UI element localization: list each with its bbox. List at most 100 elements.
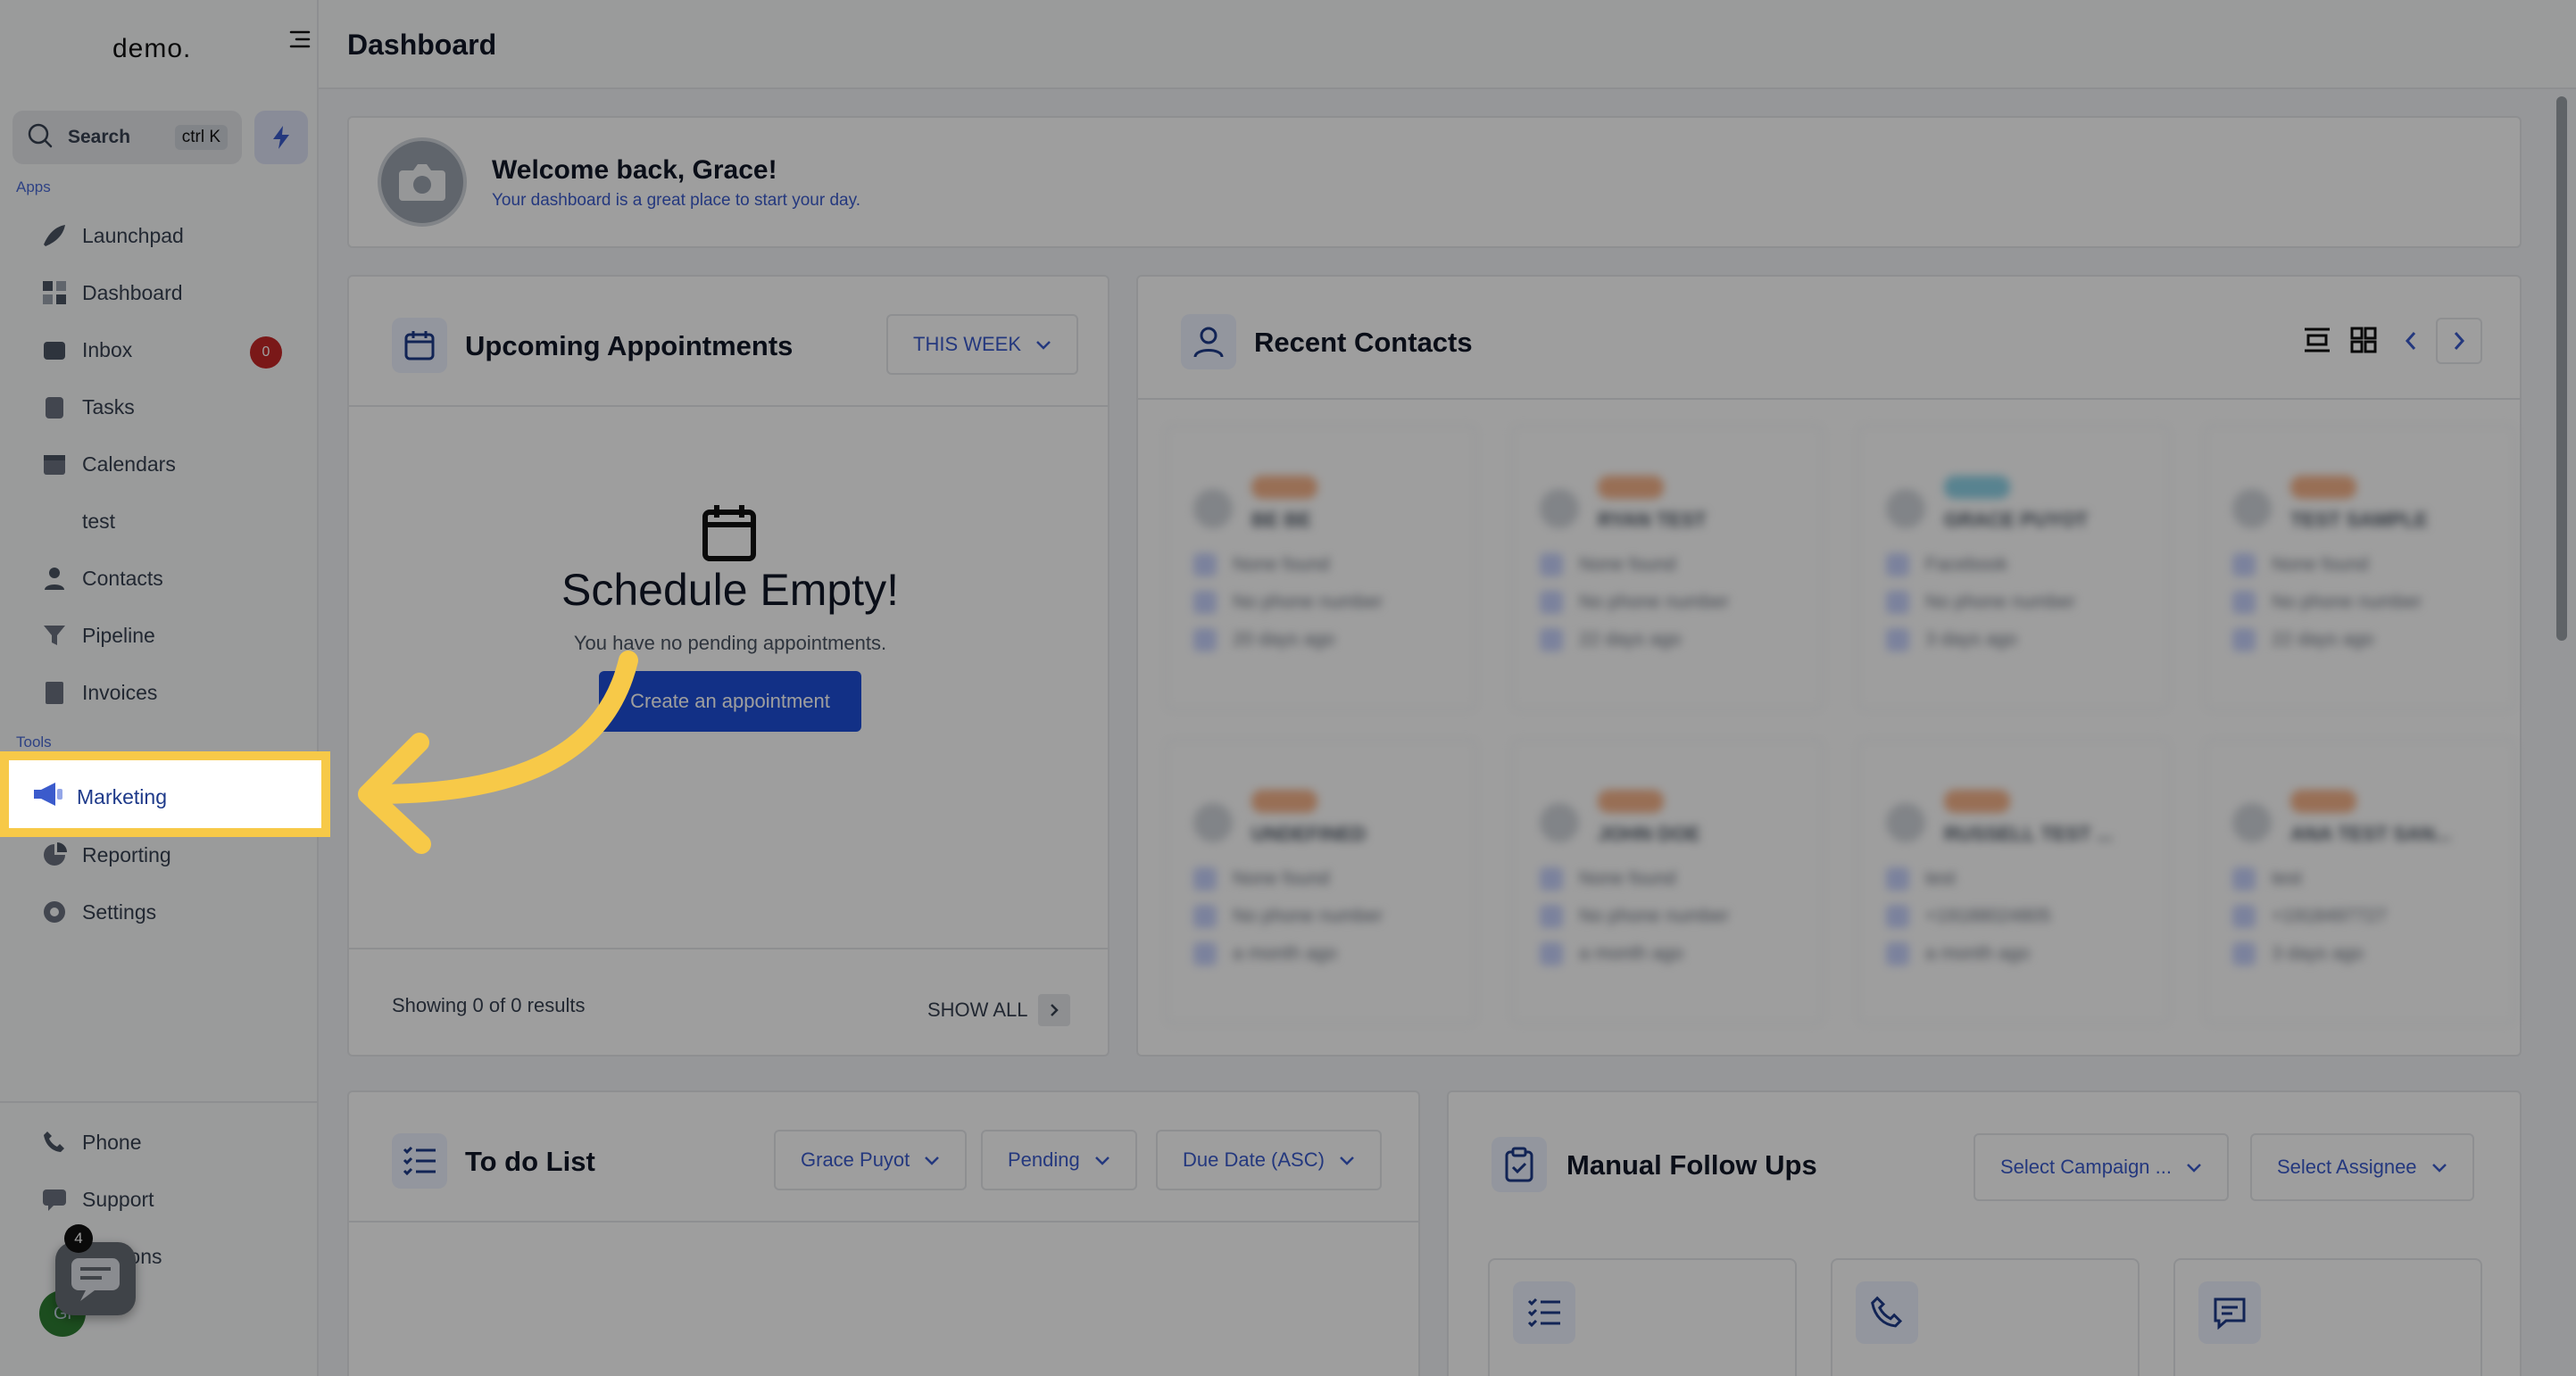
dropdown-value: Pending [1008, 1148, 1080, 1171]
welcome-subtitle: Your dashboard is a great place to start… [492, 191, 860, 210]
sidebar-item-marketing[interactable]: Marketing [0, 751, 330, 837]
sidebar-item-invoices[interactable]: Invoices [39, 671, 157, 714]
contact-card[interactable]: UNDEFINED None found No phone number a m… [1165, 739, 1477, 1024]
sidebar-item-phone[interactable]: Phone [39, 1121, 142, 1164]
sidebar-item-label: Calendars [82, 452, 176, 476]
follow-up-tasks-card[interactable] [1488, 1258, 1797, 1376]
avatar [1886, 803, 1925, 842]
sidebar-item-support[interactable]: Support [39, 1178, 154, 1221]
grid-view-icon[interactable] [2345, 321, 2382, 359]
sidebar-item-dashboard[interactable]: Dashboard [39, 271, 183, 314]
contact-card[interactable]: RYAN TEST None found No phone number 22 … [1511, 425, 1824, 710]
sidebar-item-inbox[interactable]: Inbox [39, 328, 132, 371]
status-filter-dropdown[interactable]: Pending [981, 1130, 1137, 1190]
search-shortcut: ctrl K [174, 125, 228, 150]
sidebar-item-label: Pipeline [82, 623, 155, 647]
contact-name: ANA TEST SAN... [2290, 823, 2452, 845]
sidebar-item-label: Invoices [82, 680, 158, 704]
chevron-right-icon[interactable] [2436, 318, 2482, 364]
sort-filter-dropdown[interactable]: Due Date (ASC) [1156, 1130, 1382, 1190]
contact-phone: +19188024805 [1886, 905, 2051, 928]
collapse-menu-icon[interactable] [287, 27, 312, 52]
contact-time: 22 days ago [1540, 628, 1681, 651]
invoice-icon [39, 677, 70, 708]
sidebar-item-label: Phone [82, 1130, 142, 1154]
follow-up-phone-card[interactable] [1831, 1258, 2140, 1376]
contact-card[interactable]: BE BE None found No phone number 20 days… [1165, 425, 1477, 710]
calendar-icon [39, 449, 70, 479]
divider [0, 1101, 319, 1103]
contact-phone: No phone number [1540, 591, 1729, 614]
chevron-left-icon[interactable] [2388, 318, 2434, 364]
show-all-button[interactable]: SHOW ALL [927, 994, 1071, 1026]
card-title: Recent Contacts [1254, 327, 1473, 358]
contact-card[interactable]: RUSSELL TEST ... test +19188024805 a mon… [1857, 739, 2170, 1024]
contact-time: a month ago [1193, 942, 1337, 966]
camera-icon[interactable] [378, 137, 467, 227]
chevron-down-icon [924, 1148, 940, 1172]
sidebar-item-settings[interactable]: Settings [39, 891, 156, 933]
contact-source: None found [1540, 553, 1676, 576]
contact-card[interactable]: ANA TEST SAN... test +1918497727 3 days … [2204, 739, 2516, 1024]
welcome-title: Welcome back, Grace! [492, 155, 777, 185]
phone-icon [1856, 1281, 1918, 1344]
chat-count-badge: 4 [64, 1224, 93, 1253]
status-badge [1598, 790, 1664, 813]
contact-source: None found [1540, 867, 1676, 891]
scrollbar[interactable] [2555, 89, 2569, 1376]
calendar-empty-icon [701, 501, 758, 567]
scrollbar-thumb[interactable] [2556, 96, 2567, 641]
sidebar-item-tasks[interactable]: Tasks [39, 385, 135, 428]
sidebar-item-launchpad[interactable]: Launchpad [39, 214, 184, 257]
inbox-icon [39, 335, 70, 365]
contact-card[interactable]: GRACE PUYOT Facebook No phone number 3 d… [1857, 425, 2170, 710]
welcome-card: Welcome back, Grace! Your dashboard is a… [347, 116, 2522, 248]
avatar [2232, 803, 2272, 842]
avatar [2232, 489, 2272, 528]
sidebar-item-test[interactable]: test [82, 500, 115, 543]
page-title: Dashboard [347, 29, 497, 61]
contact-name: BE BE [1251, 509, 1312, 531]
chevron-down-icon [2186, 1156, 2202, 1179]
checklist-icon [392, 1133, 447, 1189]
campaign-filter-dropdown[interactable]: Select Campaign ... [1974, 1133, 2229, 1201]
gear-icon [39, 897, 70, 927]
dropdown-value: Select Campaign ... [2000, 1156, 2172, 1178]
sidebar-item-label: Launchpad [82, 223, 184, 247]
sidebar-item-contacts[interactable]: Contacts [39, 557, 163, 600]
chat-widget-button[interactable] [55, 1242, 136, 1315]
contact-card[interactable]: JOHN DOE None found No phone number a mo… [1511, 739, 1824, 1024]
assignee-select-dropdown[interactable]: Select Assignee [2250, 1133, 2474, 1201]
sidebar-item-pipeline[interactable]: Pipeline [39, 614, 155, 657]
sidebar-item-label: Marketing [77, 784, 167, 808]
week-filter-dropdown[interactable]: THIS WEEK [886, 314, 1079, 375]
sidebar-item-reporting[interactable]: Reporting [39, 833, 171, 876]
grid-icon [39, 278, 70, 308]
contact-name: JOHN DOE [1598, 823, 1700, 845]
list-view-icon[interactable] [2298, 321, 2336, 359]
sidebar-item-label: Dashboard [82, 280, 183, 304]
chat-widget-icon [71, 1258, 120, 1301]
divider [349, 405, 1108, 407]
dropdown-value: Due Date (ASC) [1183, 1148, 1325, 1171]
follow-up-sms-card[interactable] [2173, 1258, 2482, 1376]
contact-phone: No phone number [1886, 591, 2075, 614]
assignee-filter-dropdown[interactable]: Grace Puyot [774, 1130, 968, 1190]
clipboard-check-icon [1492, 1137, 1547, 1192]
manual-follow-ups-card: Manual Follow Ups Select Campaign ... Se… [1447, 1090, 2522, 1376]
recent-contacts-card: Recent Contacts BE BE None found No phon… [1136, 275, 2522, 1057]
contact-phone: No phone number [1193, 591, 1383, 614]
megaphone-icon [30, 780, 66, 814]
quick-actions-button[interactable] [254, 111, 308, 164]
contact-name: UNDEFINED [1251, 823, 1367, 845]
pie-chart-icon [39, 840, 70, 870]
chevron-down-icon [1339, 1148, 1355, 1172]
contact-card[interactable]: TEST SAMPLE None found No phone number 2… [2204, 425, 2516, 710]
search-button[interactable]: Search ctrl K [12, 111, 242, 164]
divider [349, 1221, 1418, 1223]
sidebar-item-calendars[interactable]: Calendars [39, 443, 176, 485]
calendar-icon [392, 318, 447, 373]
contact-time: 22 days ago [2232, 628, 2373, 651]
top-bar: Dashboard [319, 0, 2576, 89]
rocket-icon [39, 220, 70, 251]
